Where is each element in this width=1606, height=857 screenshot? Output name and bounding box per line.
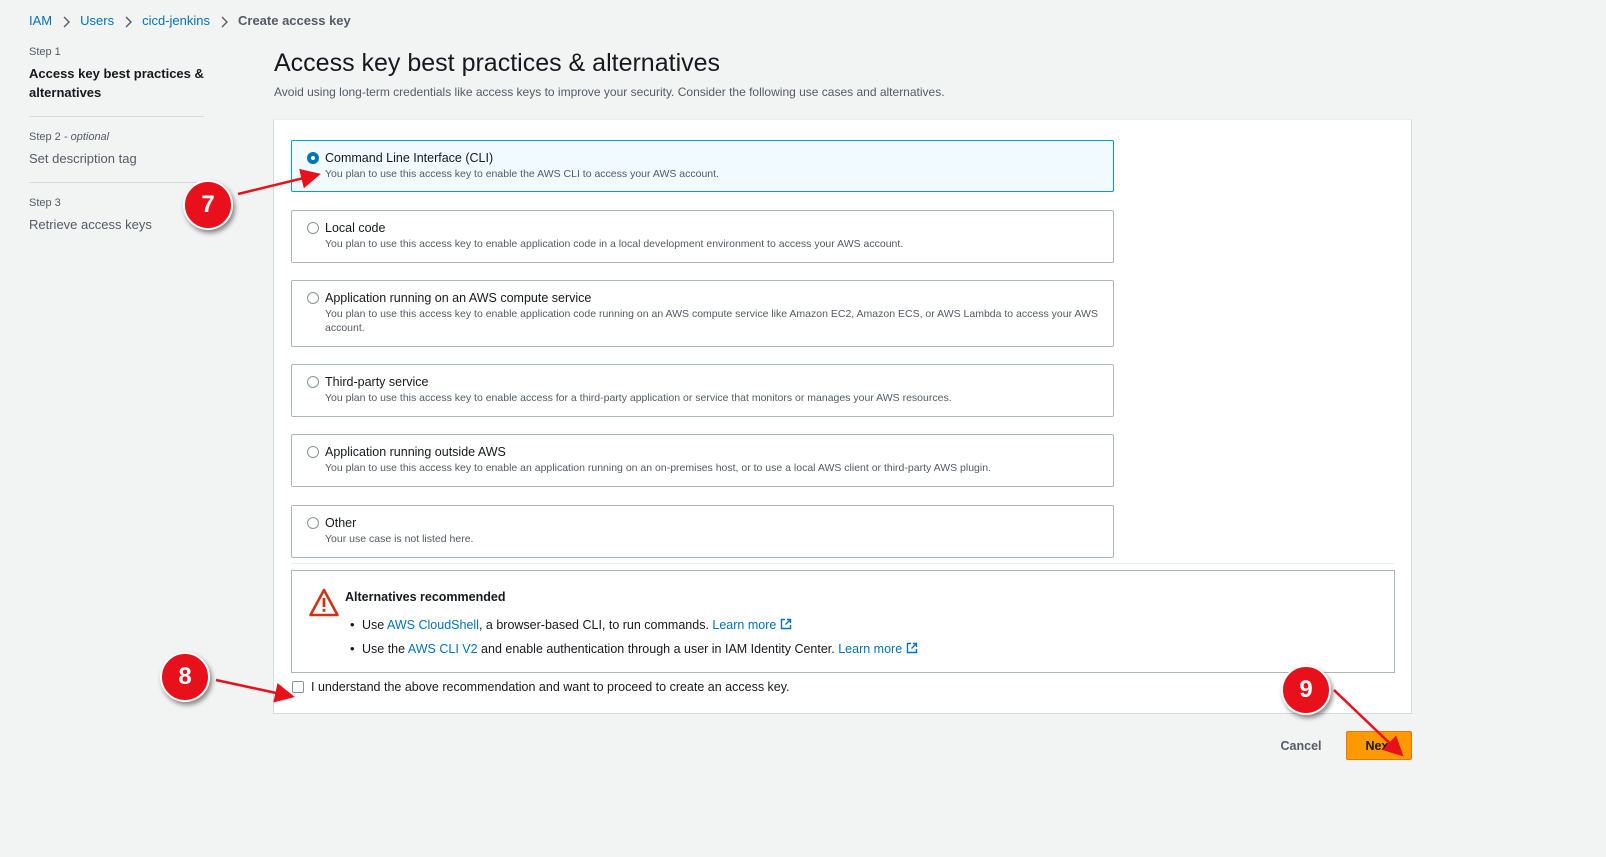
alert-text: Use bbox=[362, 618, 388, 632]
list-item: Use the AWS CLI V2 and enable authentica… bbox=[350, 637, 918, 661]
learn-more-link[interactable]: Learn more bbox=[838, 642, 902, 656]
option-title: Application running outside AWS bbox=[325, 445, 506, 459]
chevron-right-icon bbox=[114, 13, 142, 28]
option-description: You plan to use this access key to enabl… bbox=[325, 168, 719, 180]
page-description: Avoid using long-term credentials like a… bbox=[274, 85, 945, 99]
alternatives-list: Use AWS CloudShell, a browser-based CLI,… bbox=[350, 613, 918, 661]
page-title: Access key best practices & alternatives bbox=[274, 49, 721, 77]
option-cli[interactable]: Command Line Interface (CLI) You plan to… bbox=[291, 140, 1114, 192]
step-number: Step 2 bbox=[29, 131, 61, 143]
radio-icon[interactable] bbox=[307, 517, 319, 529]
wizard-step-3[interactable]: Step 3 Retrieve access keys bbox=[29, 197, 204, 248]
warning-icon bbox=[309, 588, 339, 617]
chevron-right-icon bbox=[52, 13, 80, 28]
option-description: You plan to use this access key to enabl… bbox=[325, 238, 904, 250]
step-marker-8: 8 bbox=[160, 652, 210, 702]
option-title: Third-party service bbox=[325, 375, 429, 389]
next-button[interactable]: Next bbox=[1346, 731, 1412, 760]
option-title: Application running on an AWS compute se… bbox=[325, 291, 592, 305]
step-title: Access key best practices & alternatives bbox=[29, 66, 204, 100]
create-access-key-page: IAM Users cicd-jenkins Create access key… bbox=[0, 0, 1606, 857]
radio-selected-icon[interactable] bbox=[307, 152, 319, 164]
option-description: You plan to use this access key to enabl… bbox=[325, 392, 952, 404]
chevron-right-icon bbox=[210, 13, 238, 28]
option-title: Local code bbox=[325, 221, 386, 235]
option-description: You plan to use this access key to enabl… bbox=[325, 462, 991, 474]
alternatives-alert: Alternatives recommended Use AWS CloudSh… bbox=[291, 570, 1395, 673]
radio-icon[interactable] bbox=[307, 446, 319, 458]
option-other[interactable]: Other Your use case is not listed here. bbox=[291, 505, 1114, 558]
external-link-icon[interactable] bbox=[906, 642, 918, 654]
step-title: Set description tag bbox=[29, 151, 137, 166]
option-title: Command Line Interface (CLI) bbox=[325, 151, 494, 165]
alert-text: , a browser-based CLI, to run commands. bbox=[478, 618, 713, 632]
radio-icon[interactable] bbox=[307, 376, 319, 388]
option-title: Other bbox=[325, 516, 357, 530]
acknowledge-checkbox[interactable] bbox=[292, 681, 304, 693]
wizard-step-1[interactable]: Step 1 Access key best practices & alter… bbox=[29, 46, 204, 117]
breadcrumb-iam-link[interactable]: IAM bbox=[29, 13, 52, 28]
alert-text: Use the bbox=[362, 642, 408, 656]
acknowledge-row: I understand the above recommendation an… bbox=[292, 680, 790, 694]
use-case-panel: Command Line Interface (CLI) You plan to… bbox=[273, 119, 1412, 714]
breadcrumb: IAM Users cicd-jenkins Create access key bbox=[29, 13, 351, 28]
external-link-icon[interactable] bbox=[780, 618, 792, 630]
step-number: Step 1 bbox=[29, 46, 61, 58]
wizard-step-2[interactable]: Step 2 - optional Set description tag bbox=[29, 131, 204, 183]
step-marker-9: 9 bbox=[1281, 665, 1331, 715]
wizard-steps: Step 1 Access key best practices & alter… bbox=[29, 46, 204, 262]
option-description: You plan to use this access key to enabl… bbox=[325, 308, 1098, 334]
cloudshell-link[interactable]: AWS CloudShell bbox=[387, 618, 479, 632]
cancel-button[interactable]: Cancel bbox=[1271, 732, 1331, 760]
acknowledge-label[interactable]: I understand the above recommendation an… bbox=[311, 680, 790, 694]
learn-more-link[interactable]: Learn more bbox=[712, 618, 776, 632]
breadcrumb-current: Create access key bbox=[238, 13, 351, 28]
divider bbox=[291, 563, 1394, 564]
step-title: Retrieve access keys bbox=[29, 217, 152, 232]
breadcrumb-user-link[interactable]: cicd-jenkins bbox=[142, 13, 210, 28]
alert-text: and enable authentication through a user… bbox=[477, 642, 839, 656]
step-marker-7: 7 bbox=[183, 180, 233, 230]
step-number: Step 3 bbox=[29, 197, 61, 209]
list-item: Use AWS CloudShell, a browser-based CLI,… bbox=[350, 613, 918, 637]
aws-cli-v2-link[interactable]: AWS CLI V2 bbox=[408, 642, 478, 656]
option-description: Your use case is not listed here. bbox=[325, 533, 474, 545]
step-optional-label: - optional bbox=[60, 131, 110, 143]
alert-title: Alternatives recommended bbox=[345, 590, 506, 604]
option-outside-aws[interactable]: Application running outside AWS You plan… bbox=[291, 434, 1114, 487]
radio-icon[interactable] bbox=[307, 292, 319, 304]
breadcrumb-users-link[interactable]: Users bbox=[80, 13, 114, 28]
option-third-party[interactable]: Third-party service You plan to use this… bbox=[291, 364, 1114, 417]
radio-icon[interactable] bbox=[307, 222, 319, 234]
option-aws-compute[interactable]: Application running on an AWS compute se… bbox=[291, 280, 1114, 347]
option-local-code[interactable]: Local code You plan to use this access k… bbox=[291, 210, 1114, 263]
